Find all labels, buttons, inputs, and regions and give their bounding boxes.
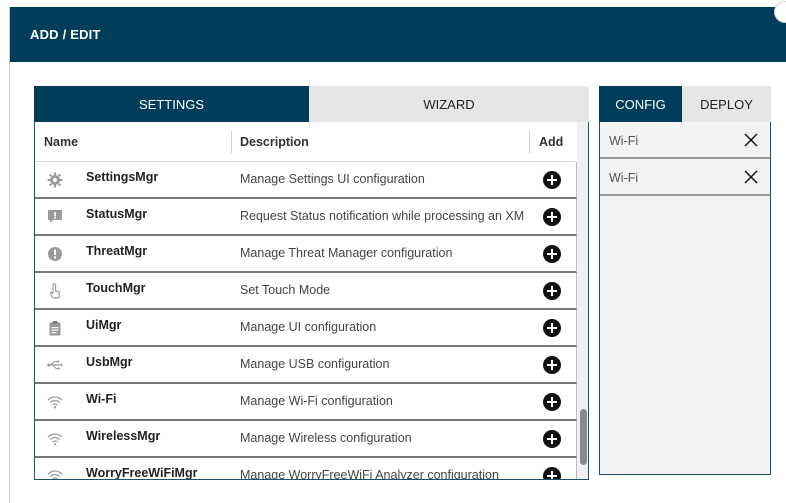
table-row[interactable]: UiMgr Manage UI configuration [35,310,577,347]
add-button[interactable] [543,430,561,448]
table-scrollbar[interactable] [577,122,588,479]
row-name: UiMgr [86,318,122,332]
add-button[interactable] [543,319,561,337]
touch-hand-icon [49,283,60,299]
config-item-label: Wi-Fi [609,171,639,185]
config-item-label: Wi-Fi [609,134,639,148]
settings-panel: SETTINGS WIZARD Name Description Add Set… [34,86,589,480]
column-header-add: Add [539,135,564,149]
exclamation-circle-icon [48,247,62,261]
scrollbar-thumb[interactable] [580,409,587,465]
tab-deploy[interactable]: DEPLOY [682,86,771,122]
config-item[interactable]: Wi-Fi [600,122,770,159]
left-tab-bar: SETTINGS WIZARD [34,86,589,122]
window-title: ADD / EDIT [30,27,101,42]
row-name: ThreatMgr [86,244,148,258]
row-description: Manage Wireless configuration [240,431,412,445]
row-description: Manage Wi-Fi configuration [240,394,393,408]
add-button[interactable] [543,208,561,226]
row-description: Set Touch Mode [240,283,331,297]
row-name: SettingsMgr [86,170,159,184]
clipboard-icon [49,321,61,336]
column-divider [231,131,232,153]
tab-settings[interactable]: SETTINGS [34,86,309,122]
table-row[interactable]: UsbMgr Manage USB configuration [35,347,577,384]
wifi-icon [47,433,63,446]
tab-config[interactable]: CONFIG [599,86,682,122]
settings-table: Name Description Add SettingsMgr Manage … [34,122,589,480]
config-item[interactable]: Wi-Fi [600,159,770,196]
row-name: WorryFreeWiFiMgr [86,466,198,480]
tab-wizard[interactable]: WIZARD [309,86,589,122]
row-description: Manage Threat Manager configuration [240,246,453,260]
row-name: WirelessMgr [86,429,161,443]
table-row[interactable]: ThreatMgr Manage Threat Manager configur… [35,236,577,273]
usb-icon [47,360,63,370]
wifi-icon [47,396,63,409]
add-button[interactable] [543,171,561,189]
close-icon[interactable] [743,169,759,185]
config-panel: CONFIG DEPLOY Wi-Fi Wi-Fi [599,86,771,475]
add-edit-window: ADD / EDIT SETTINGS WIZARD Name Descript… [9,1,786,503]
add-button[interactable] [543,393,561,411]
row-name: TouchMgr [86,281,146,295]
add-button[interactable] [543,282,561,300]
table-row[interactable]: Wi-Fi Manage Wi-Fi configuration [35,384,577,421]
config-list: Wi-Fi Wi-Fi [599,122,771,475]
wifi-icon [47,470,63,479]
add-button[interactable] [543,467,561,479]
close-icon[interactable] [743,132,759,148]
alert-message-icon [48,210,62,223]
window-header: ADD / EDIT [10,7,786,62]
table-row[interactable]: WirelessMgr Manage Wireless configuratio… [35,421,577,458]
add-button[interactable] [543,245,561,263]
table-row[interactable]: SettingsMgr Manage Settings UI configura… [35,162,577,199]
row-description: Manage UI configuration [240,320,377,334]
add-button[interactable] [543,356,561,374]
table-row[interactable]: WorryFreeWiFiMgr Manage WorryFreeWiFi An… [35,458,577,480]
row-description: Manage Settings UI configuration [240,172,425,186]
row-name: Wi-Fi [86,392,117,406]
gear-icon [47,172,63,188]
table-rows: SettingsMgr Manage Settings UI configura… [35,162,577,480]
row-description: Manage WorryFreeWiFi Analyzer configurat… [240,468,499,480]
row-name: StatusMgr [86,207,148,221]
row-description: Request Status notification while proces… [240,209,525,223]
table-header: Name Description Add [35,122,575,162]
table-row[interactable]: TouchMgr Set Touch Mode [35,273,577,310]
table-row[interactable]: StatusMgr Request Status notification wh… [35,199,577,236]
column-header-description[interactable]: Description [240,135,309,149]
row-name: UsbMgr [86,355,133,369]
column-header-name[interactable]: Name [44,135,78,149]
column-divider [529,131,530,153]
row-description: Manage USB configuration [240,357,390,371]
